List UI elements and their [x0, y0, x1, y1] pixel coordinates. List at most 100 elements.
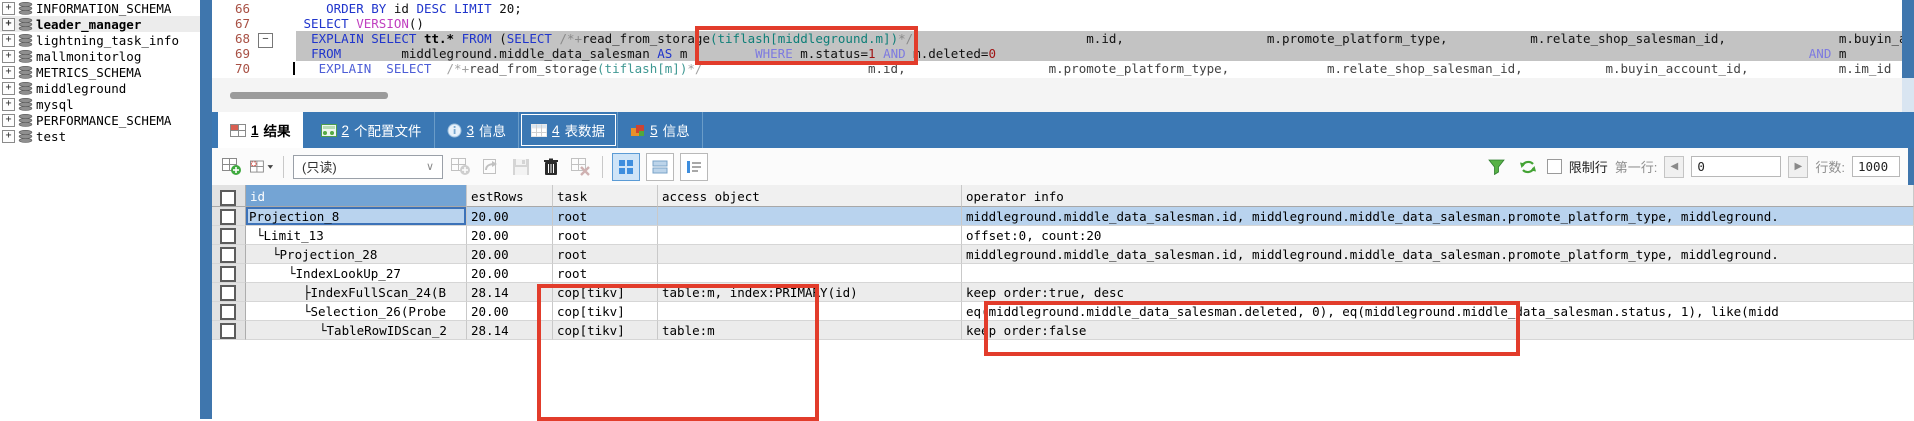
save-button[interactable]: [509, 155, 533, 179]
cell-estrows[interactable]: 20.00: [467, 245, 553, 264]
sidebar-item-metrics-schema[interactable]: + METRICS_SCHEMA: [0, 64, 200, 80]
row-selector[interactable]: [212, 302, 246, 321]
expand-plus-icon[interactable]: +: [2, 65, 15, 79]
cell-estrows[interactable]: 28.14: [467, 283, 553, 302]
scrollbar-thumb[interactable]: [1902, 0, 1914, 78]
tab-messages[interactable]: 3 信息: [435, 112, 520, 148]
delete-row-button[interactable]: [539, 155, 563, 179]
cell-access[interactable]: [658, 264, 962, 283]
expand-plus-icon[interactable]: +: [2, 49, 15, 63]
code-fold-icon[interactable]: −: [258, 33, 273, 48]
cell-operator[interactable]: [962, 264, 1914, 283]
table-row[interactable]: └Projection_28 20.00 root middleground.m…: [212, 245, 1914, 264]
sidebar-item-performance-schema[interactable]: + PERFORMANCE_SCHEMA: [0, 112, 200, 128]
cell-operator[interactable]: keep order:true, desc: [962, 283, 1914, 302]
edit-mode-dropdown[interactable]: (只读) ∨: [293, 154, 443, 179]
cell-id[interactable]: ├IndexFullScan_24(B: [246, 283, 467, 302]
expand-plus-icon[interactable]: +: [2, 81, 15, 95]
cell-operator[interactable]: keep order:false: [962, 321, 1914, 340]
discard-changes-button[interactable]: [569, 155, 593, 179]
cell-task[interactable]: cop[tikv]: [553, 302, 658, 321]
cell-id[interactable]: └Selection_26(Probe: [246, 302, 467, 321]
cell-estrows[interactable]: 28.14: [467, 321, 553, 340]
cell-id[interactable]: └IndexLookUp_27: [246, 264, 467, 283]
column-header-id[interactable]: id: [246, 185, 467, 207]
cell-task[interactable]: root: [553, 245, 658, 264]
cell-access[interactable]: [658, 207, 962, 226]
column-header-task[interactable]: task: [553, 185, 658, 207]
editor-vertical-scrollbar[interactable]: [1902, 0, 1914, 112]
checkbox[interactable]: [220, 189, 236, 206]
cell-estrows[interactable]: 20.00: [467, 302, 553, 321]
table-row[interactable]: ├IndexFullScan_24(B 28.14 cop[tikv] tabl…: [212, 283, 1914, 302]
select-all-header[interactable]: [212, 185, 246, 207]
tab-table-data[interactable]: 4 表数据: [519, 112, 619, 148]
cell-access[interactable]: [658, 226, 962, 245]
cell-operator[interactable]: eq(middleground.middle_data_salesman.del…: [962, 302, 1914, 321]
row-count-input[interactable]: 1000: [1852, 156, 1900, 177]
cell-access[interactable]: [658, 245, 962, 264]
scrollbar-thumb[interactable]: [230, 92, 388, 99]
checkbox[interactable]: [220, 285, 236, 301]
cell-task[interactable]: cop[tikv]: [553, 321, 658, 340]
cell-task[interactable]: cop[tikv]: [553, 283, 658, 302]
sidebar-item-lightning-task-info[interactable]: + lightning_task_info: [0, 32, 200, 48]
row-selector[interactable]: [212, 321, 246, 340]
sidebar-item-leader-manager[interactable]: + leader_manager: [0, 16, 200, 32]
add-row-button[interactable]: [220, 155, 244, 179]
sidebar-item-middleground[interactable]: + middleground: [0, 80, 200, 96]
cell-operator[interactable]: offset:0, count:20: [962, 226, 1914, 245]
tab-profiles[interactable]: 2 个配置文件: [309, 112, 435, 148]
sidebar-item-mysql[interactable]: + mysql: [0, 96, 200, 112]
expand-plus-icon[interactable]: +: [2, 17, 15, 31]
expand-plus-icon[interactable]: +: [2, 1, 15, 15]
sql-editor[interactable]: 66 67 68 69 70 − ORDER BY id DESC LIMIT …: [212, 0, 1902, 78]
cell-estrows[interactable]: 20.00: [467, 264, 553, 283]
first-row-input[interactable]: 0: [1691, 156, 1782, 177]
column-header-estrows[interactable]: estRows: [467, 185, 553, 207]
expand-plus-icon[interactable]: +: [2, 129, 15, 143]
cell-task[interactable]: root: [553, 226, 658, 245]
form-view-button[interactable]: [646, 152, 674, 181]
checkbox[interactable]: [220, 228, 236, 244]
checkbox[interactable]: [220, 247, 236, 263]
table-row[interactable]: └IndexLookUp_27 20.00 root: [212, 264, 1914, 283]
row-selector[interactable]: [212, 283, 246, 302]
cell-access[interactable]: table:m, index:PRIMARY(id): [658, 283, 962, 302]
row-selector[interactable]: [212, 245, 246, 264]
cell-id[interactable]: └Projection_28: [246, 245, 467, 264]
limit-rows-checkbox[interactable]: [1546, 159, 1562, 174]
cell-estrows[interactable]: 20.00: [467, 207, 553, 226]
table-row[interactable]: └Limit_13 20.00 root offset:0, count:20: [212, 226, 1914, 245]
sidebar-item-test[interactable]: + test: [0, 128, 200, 144]
checkbox[interactable]: [220, 266, 236, 282]
table-row[interactable]: └TableRowIDScan_2 28.14 cop[tikv] table:…: [212, 321, 1914, 340]
cell-access[interactable]: [658, 302, 962, 321]
checkbox[interactable]: [220, 304, 236, 320]
expand-plus-icon[interactable]: +: [2, 33, 15, 47]
column-header-operator-info[interactable]: operator info: [962, 185, 1914, 207]
tab-result[interactable]: 1 结果: [218, 112, 303, 148]
expand-plus-icon[interactable]: +: [2, 97, 15, 111]
insert-record-button[interactable]: [449, 155, 473, 179]
table-row[interactable]: └Selection_26(Probe 20.00 cop[tikv] eq(m…: [212, 302, 1914, 321]
sidebar-item-mallmonitorlog[interactable]: + mallmonitorlog: [0, 48, 200, 64]
sidebar-splitter[interactable]: [200, 0, 212, 419]
apply-changes-button[interactable]: [479, 155, 503, 179]
checkbox[interactable]: [220, 209, 236, 225]
refresh-icon[interactable]: [1516, 155, 1540, 179]
sidebar-item-information-schema[interactable]: + INFORMATION_SCHEMA: [0, 0, 200, 16]
cell-access[interactable]: table:m: [658, 321, 962, 340]
text-view-button[interactable]: [680, 152, 708, 181]
filter-icon[interactable]: [1485, 155, 1509, 179]
grid-view-button[interactable]: [612, 152, 640, 181]
expand-plus-icon[interactable]: +: [2, 113, 15, 127]
column-header-access-object[interactable]: access object: [658, 185, 962, 207]
row-selector[interactable]: [212, 226, 246, 245]
row-selector[interactable]: [212, 207, 246, 226]
cell-estrows[interactable]: 20.00: [467, 226, 553, 245]
cell-operator[interactable]: middleground.middle_data_salesman.id, mi…: [962, 245, 1914, 264]
checkbox[interactable]: [220, 323, 236, 339]
table-row[interactable]: Projection_8 20.00 root middleground.mid…: [212, 207, 1914, 226]
cell-task[interactable]: root: [553, 264, 658, 283]
